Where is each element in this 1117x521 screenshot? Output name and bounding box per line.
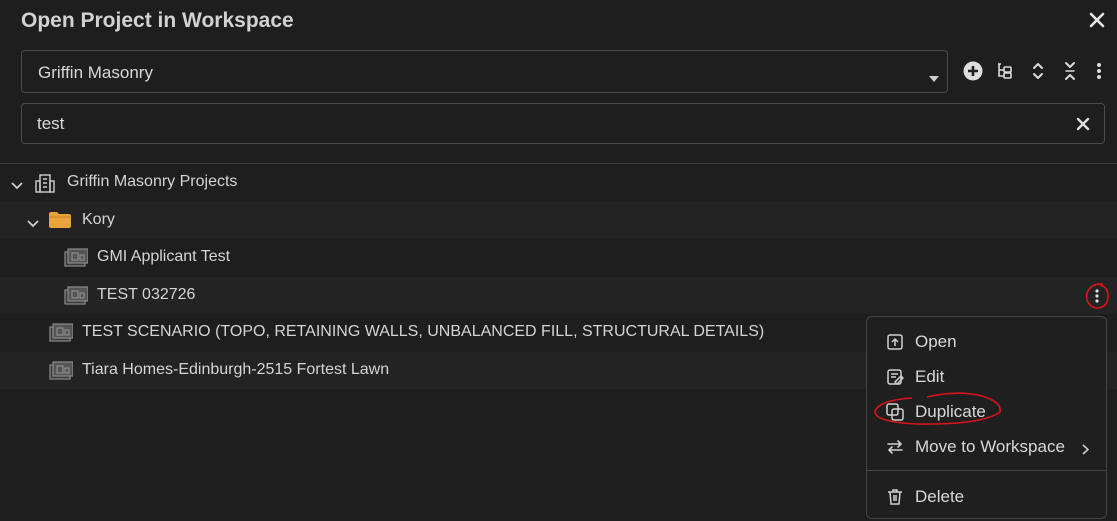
tree-item-row[interactable]: GMI Applicant Test [0,239,1117,276]
annotation-circle [1083,281,1111,311]
annotation-ellipse [872,391,1003,429]
edit-icon [886,368,905,391]
folder-row[interactable]: Kory [0,202,1117,239]
trash-icon [886,488,904,511]
project-icon [64,286,89,311]
workspace-select-value: Griffin Masonry [38,63,153,82]
expand-all-icon[interactable] [1027,60,1049,82]
chevron-down-icon[interactable] [11,177,23,195]
search-input[interactable] [22,104,1104,143]
project-icon [49,323,74,348]
collapse-all-icon[interactable] [1059,60,1081,82]
menu-item-delete[interactable]: Delete [867,480,1106,513]
more-vertical-icon[interactable] [1088,60,1110,82]
move-icon [886,438,904,461]
tree-item-label: Tiara Homes-Edinburgh-2515 Fortest Lawn [82,361,390,378]
menu-item-open[interactable]: Open [867,325,1106,358]
search-field[interactable] [21,103,1105,144]
tree-view-icon[interactable] [994,60,1016,82]
project-icon [64,248,89,273]
building-icon [34,173,56,198]
menu-item-move-to-workspace[interactable]: Move to Workspace [867,430,1106,463]
folder-label: Kory [82,211,115,228]
tree-item-row[interactable]: TEST 032726 [0,277,1117,314]
dialog-title: Open Project in Workspace [21,9,294,32]
menu-separator [867,470,1106,471]
add-circle-icon[interactable] [962,60,984,82]
chevron-down-icon[interactable] [27,215,39,233]
clear-search-icon[interactable] [1076,117,1090,136]
tree-item-label: GMI Applicant Test [97,248,231,265]
tree-item-label: TEST SCENARIO (TOPO, RETAINING WALLS, UN… [82,323,765,340]
folder-icon [48,211,72,234]
close-icon[interactable] [1089,12,1105,28]
tree-item-label: TEST 032726 [97,286,196,303]
dropdown-caret-icon [929,69,939,87]
tree-root-row[interactable]: Griffin Masonry Projects [0,164,1117,201]
open-icon [886,333,904,356]
workspace-select[interactable]: Griffin Masonry [21,50,948,93]
menu-item-edit[interactable]: Edit [867,360,1106,393]
tree-root-label: Griffin Masonry Projects [67,173,238,190]
project-icon [49,361,74,386]
chevron-right-icon [1082,442,1090,460]
